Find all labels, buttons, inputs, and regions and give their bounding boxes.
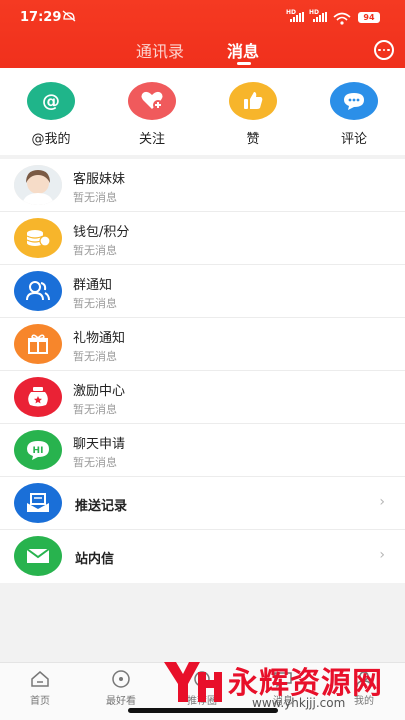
list-item-subtitle: 暂无消息 [73,350,117,363]
list-item-group-notice[interactable]: 群通知 暂无消息 [0,265,405,318]
list-item-title: 客服妹妹 [73,172,126,187]
svg-text:@: @ [42,91,60,112]
mail-icon [14,536,62,576]
message-list: 客服妹妹 暂无消息 钱包/积分 暂无消息 群通知 暂无消息 礼物通知 暂无消息 … [0,159,405,583]
active-tab-indicator [237,62,251,65]
list-item-site-mail[interactable]: 站内信 › [0,530,405,583]
tabbar-label: 推荐圈 [187,696,217,707]
at-icon: @ [27,82,75,120]
app-header: 17:29 HD HD 94 通讯录 消息 [0,0,405,68]
list-item-incentive-center[interactable]: 激励中心 暂无消息 [0,371,405,424]
list-item-subtitle: 暂无消息 [73,403,117,416]
circle-icon [172,669,232,689]
hi-chat-icon: HI [14,430,62,470]
avatar [14,165,62,205]
signal-icon [290,12,304,22]
tab-contacts[interactable]: 通讯录 [136,38,184,62]
message-icon [253,669,313,689]
tabbar-item-profile[interactable]: 我的 [334,669,394,707]
heart-plus-icon [128,82,176,120]
quick-actions: @ @我的 关注 赞 评论 [0,68,405,155]
tabbar-item-best[interactable]: 最好看 [91,669,151,707]
list-item-title: 钱包/积分 [73,225,130,240]
tabbar-item-messages[interactable]: 消息 [253,669,313,707]
more-chat-icon[interactable] [374,40,394,60]
header-tabs: 通讯录 消息 [0,36,405,66]
comment-icon [330,82,378,120]
gift-icon [14,324,62,364]
quick-item-label: 关注 [138,132,165,147]
list-item-chat-request[interactable]: HI 聊天申请 暂无消息 [0,424,405,477]
signal-icon-2 [313,12,327,22]
list-item-title: 聊天申请 [73,437,126,452]
tabbar-item-home[interactable]: 首页 [10,669,70,707]
mute-icon [62,10,76,25]
play-icon [91,669,151,689]
quick-item-mentions[interactable]: @ @我的 [11,82,91,147]
list-item-wallet[interactable]: 钱包/积分 暂无消息 [0,212,405,265]
list-item-customer-service[interactable]: 客服妹妹 暂无消息 [0,159,405,212]
battery-icon: 94 [358,12,380,23]
profile-icon [334,669,394,689]
home-indicator [128,708,278,713]
coins-icon [14,218,62,258]
status-time: 17:29 [20,10,62,25]
tabbar-item-circle[interactable]: 推荐圈 [172,669,232,707]
inbox-icon [14,483,62,523]
tab-messages[interactable]: 消息 [227,38,259,62]
list-item-title: 礼物通知 [73,331,126,346]
status-bar: 17:29 HD HD 94 [0,0,405,34]
tabbar-label: 消息 [273,696,293,707]
quick-item-likes[interactable]: 赞 [213,82,293,147]
list-item-title: 站内信 [75,552,115,567]
list-item-title: 推送记录 [75,499,128,514]
list-item-title: 激励中心 [73,384,126,399]
list-item-title: 群通知 [73,278,113,293]
group-icon [14,271,62,311]
quick-item-label: 评论 [340,132,367,147]
list-item-subtitle: 暂无消息 [73,191,117,204]
svg-text:HI: HI [33,446,44,456]
chevron-right-icon: › [379,547,385,563]
tabbar-label: 首页 [30,696,50,707]
quick-item-follow[interactable]: 关注 [112,82,192,147]
tabbar-label: 最好看 [106,696,136,707]
quick-item-label: @我的 [31,132,71,147]
home-icon [10,669,70,689]
list-item-gift-notice[interactable]: 礼物通知 暂无消息 [0,318,405,371]
quick-item-label: 赞 [246,132,260,147]
pot-icon [14,377,62,417]
list-item-subtitle: 暂无消息 [73,297,117,310]
wifi-icon [333,10,351,29]
list-item-push-records[interactable]: 推送记录 › [0,477,405,530]
chevron-right-icon: › [379,494,385,510]
list-item-subtitle: 暂无消息 [73,244,117,257]
thumbs-up-icon [229,82,277,120]
tabbar-label: 我的 [354,696,374,707]
list-item-subtitle: 暂无消息 [73,456,117,469]
quick-item-comments[interactable]: 评论 [314,82,394,147]
